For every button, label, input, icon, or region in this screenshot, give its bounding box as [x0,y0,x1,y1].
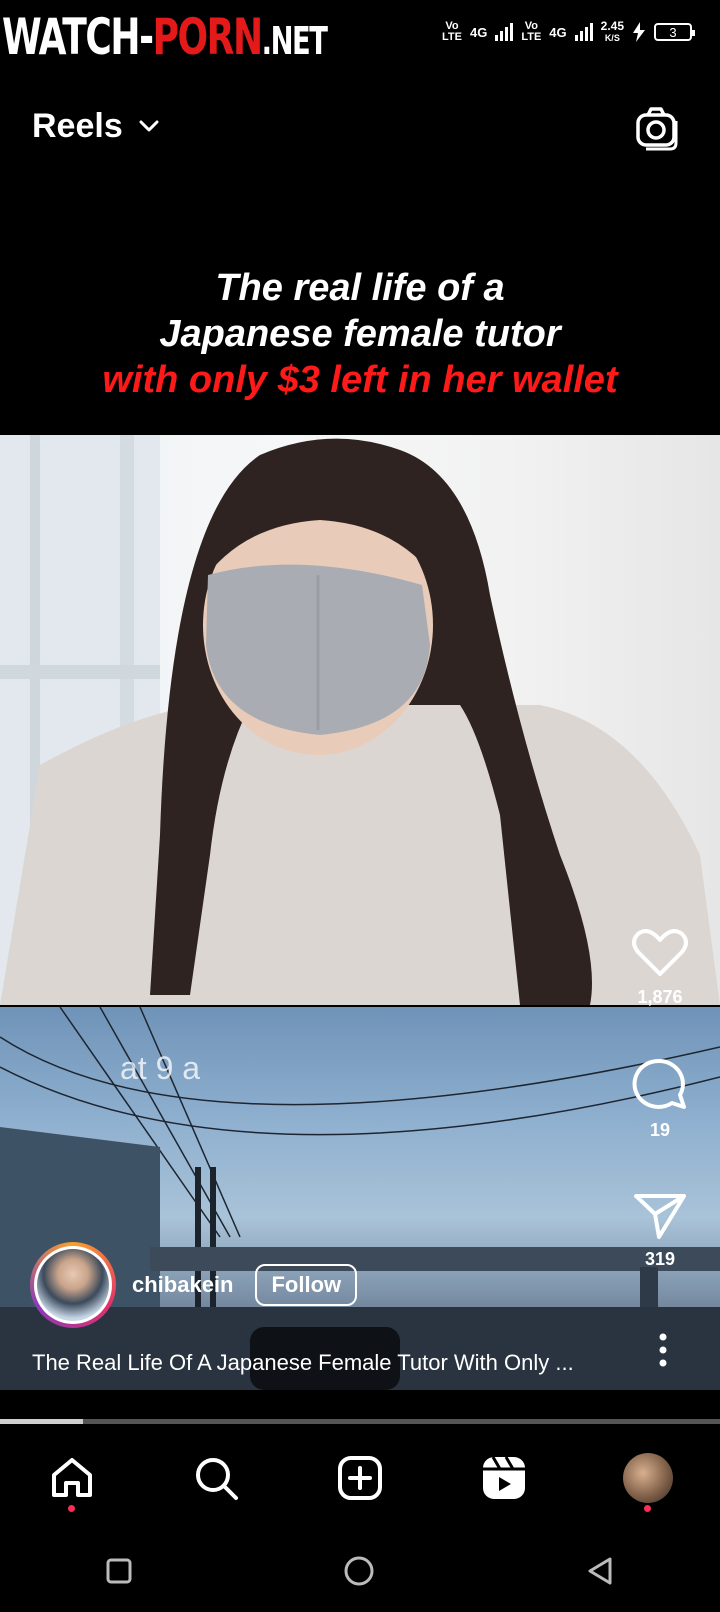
video-caption-overlay: The real life of a Japanese female tutor… [102,267,618,401]
heart-icon[interactable] [632,928,688,978]
back-icon[interactable] [585,1556,615,1586]
send-icon[interactable] [633,1192,687,1240]
comment-action[interactable]: 19 [630,1057,690,1141]
profile-avatar[interactable] [623,1452,673,1503]
video-progress-fill [0,1419,83,1424]
nav-home[interactable] [42,1448,102,1512]
charging-icon [633,22,645,42]
like-action[interactable]: 1,876 [630,928,690,1008]
recents-icon[interactable] [105,1557,133,1585]
status-bar: WATCH-PORN.NET Vo LTE 4G Vo LTE 4G 2.45 … [0,0,720,70]
create-icon[interactable] [337,1455,383,1501]
volte-indicator-2: Vo LTE [521,20,542,43]
nav-reels[interactable] [474,1448,534,1508]
nav-search[interactable] [186,1448,246,1508]
chevron-down-icon[interactable] [138,115,160,137]
network-type-2: 4G [549,24,567,40]
network-type-1: 4G [469,24,488,40]
nav-create[interactable] [330,1448,390,1508]
comment-icon[interactable] [632,1057,688,1111]
author-username[interactable]: chibakein [132,1272,233,1298]
reels-header: Reels [0,95,720,165]
camera-icon[interactable] [634,105,680,151]
signal-icon [574,23,593,41]
avatar[interactable] [30,1242,116,1328]
share-count: 319 [644,1249,676,1269]
bottom-navigation [0,1430,720,1525]
reels-icon[interactable] [481,1455,527,1501]
page-title[interactable]: Reels [32,107,123,146]
volte-indicator-1: Vo LTE [442,20,462,43]
video-scene-text: at 9 a [120,1050,201,1086]
video-frame-street [0,1007,720,1390]
signal-icon [495,23,514,41]
more-icon[interactable] [656,1332,670,1368]
notification-dot [644,1504,651,1512]
follow-button[interactable]: Follow [255,1264,358,1306]
video-progress-bar[interactable] [0,1419,720,1424]
reel-author: chibakein Follow [30,1240,358,1330]
video-frame-person [0,435,720,1005]
home-icon[interactable] [49,1455,95,1501]
notification-dot [68,1504,75,1512]
post-caption[interactable]: The Real Life Of A Japanese Female Tutor… [32,1350,574,1376]
home-circle-icon[interactable] [343,1555,375,1587]
search-icon[interactable] [193,1455,239,1501]
network-speed: 2.45 K/S [600,19,624,43]
like-count: 1,876 [637,987,683,1007]
share-action[interactable]: 319 [630,1192,690,1270]
status-icons: Vo LTE 4G Vo LTE 4G 2.45 K/S 3 [442,19,695,44]
nav-profile[interactable] [618,1448,678,1512]
system-navigation [0,1530,720,1612]
comment-count: 19 [649,1120,671,1140]
watermark-logo: WATCH-PORN.NET [2,8,328,66]
battery-icon: 3 [654,23,695,41]
